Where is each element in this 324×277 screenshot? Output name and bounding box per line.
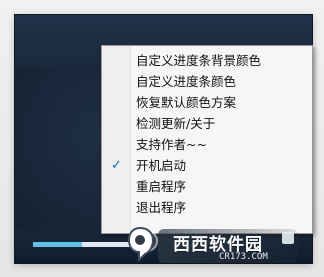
watermark-domain-text: CR173.COM	[219, 252, 268, 262]
menu-item-check-updates-about[interactable]: 检测更新/关于	[102, 113, 312, 134]
menu-item-start-on-boot[interactable]: ✓ 开机启动	[102, 155, 312, 176]
menu-item-label: 重启程序	[136, 179, 187, 194]
corner-control-icon	[282, 232, 294, 244]
progress-bar[interactable]	[33, 242, 135, 247]
menu-item-label: 退出程序	[136, 200, 187, 215]
menu-item-exit-program[interactable]: 退出程序	[102, 197, 312, 218]
menu-item-restart-program[interactable]: 重启程序	[102, 176, 312, 197]
menu-item-support-author[interactable]: 支持作者~~	[102, 134, 312, 155]
menu-item-label: 支持作者~~	[136, 137, 207, 152]
progress-fill	[33, 242, 82, 247]
logo-icon	[124, 225, 156, 263]
check-icon: ✓	[111, 158, 122, 173]
menu-item-label: 开机启动	[136, 158, 187, 173]
menu-item-custom-progress-color[interactable]: 自定义进度条颜色	[102, 71, 312, 92]
menu-item-restore-default-colors[interactable]: 恢复默认颜色方案	[102, 92, 312, 113]
menu-item-label: 检测更新/关于	[136, 116, 216, 131]
menu-item-label: 恢复默认颜色方案	[136, 95, 237, 110]
desktop-background: 自定义进度条背景颜色 自定义进度条颜色 恢复默认颜色方案 检测更新/关于 支持作…	[0, 0, 324, 277]
menu-item-custom-progress-bg-color[interactable]: 自定义进度条背景颜色	[102, 50, 312, 71]
menu-item-label: 自定义进度条背景颜色	[136, 53, 262, 68]
context-menu: 自定义进度条背景颜色 自定义进度条颜色 恢复默认颜色方案 检测更新/关于 支持作…	[101, 45, 313, 234]
menu-item-label: 自定义进度条颜色	[136, 74, 237, 89]
